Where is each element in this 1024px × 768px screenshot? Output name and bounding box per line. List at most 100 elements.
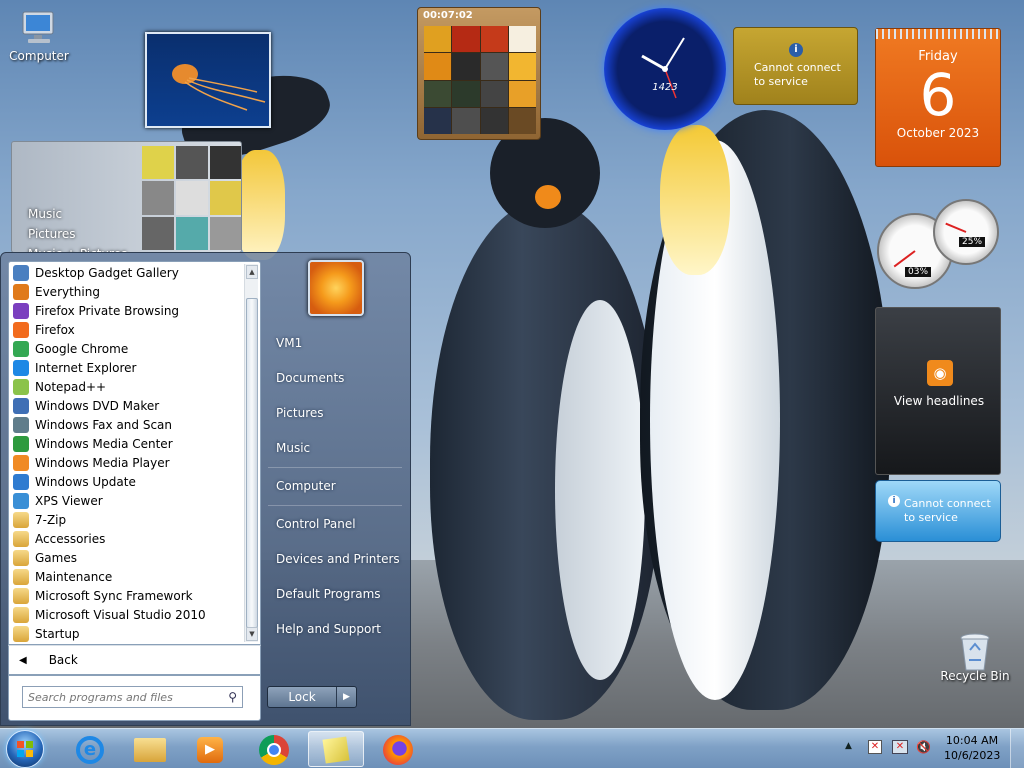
program-item[interactable]: Microsoft Visual Studio 2010 [9, 605, 260, 624]
taskbar-google-chrome[interactable] [246, 731, 302, 767]
program-label: Notepad++ [35, 379, 107, 394]
info-icon: i [789, 43, 803, 57]
calendar-month-year: October 2023 [896, 126, 980, 140]
volume-muted-icon[interactable]: 🔇 [916, 740, 932, 754]
shutdown-options-arrow-icon[interactable]: ▶ [336, 687, 356, 707]
program-item[interactable]: Startup [9, 624, 260, 643]
clock-label: 1423 [652, 82, 678, 93]
program-label: Maintenance [35, 569, 113, 584]
start-right-item-default-programs[interactable]: Default Programs [276, 587, 381, 601]
back-arrow-icon: ◀ [19, 654, 27, 666]
menu-separator [268, 505, 402, 506]
program-item[interactable]: Internet Explorer [9, 358, 260, 377]
start-right-item-pictures[interactable]: Pictures [276, 406, 324, 420]
picture-puzzle-gadget[interactable]: 00:07:02 [417, 7, 541, 140]
media-player-icon [13, 454, 29, 471]
taskbar-firefox[interactable] [370, 731, 426, 767]
start-right-item-devices-and-printers[interactable]: Devices and Printers [276, 552, 400, 566]
ie-icon [13, 359, 29, 376]
program-item[interactable]: Windows Update [9, 472, 260, 491]
puzzle-grid [424, 26, 536, 134]
media-item-pictures[interactable]: Pictures [28, 224, 127, 244]
network-icon[interactable]: ✕ [892, 740, 908, 754]
program-label: Windows Update [35, 474, 136, 489]
show-hidden-icons[interactable]: ▲ [845, 741, 852, 751]
currency-gadget[interactable]: i Cannot connect to service [733, 27, 858, 105]
media-item-music[interactable]: Music [28, 204, 127, 224]
weather-message: Cannot connect to service [904, 497, 991, 524]
program-item[interactable]: 7-Zip [9, 510, 260, 529]
program-item[interactable]: Windows Media Center [9, 434, 260, 453]
start-right-item-control-panel[interactable]: Control Panel [276, 517, 356, 531]
feed-headlines-gadget[interactable]: ◉ View headlines [875, 307, 1001, 475]
program-label: XPS Viewer [35, 493, 103, 508]
taskbar-media-player[interactable]: ▶ [182, 731, 238, 767]
chrome-icon [259, 735, 289, 765]
program-item[interactable]: Accessories [9, 529, 260, 548]
action-center-icon[interactable]: ✕ [868, 740, 882, 754]
start-right-item-documents[interactable]: Documents [276, 371, 344, 385]
media-center-icon [13, 435, 29, 452]
program-label: Everything [35, 284, 100, 299]
program-item[interactable]: Maintenance [9, 567, 260, 586]
program-label: Windows Media Player [35, 455, 170, 470]
program-label: Startup [35, 626, 80, 641]
folder-icon [13, 587, 29, 604]
program-item[interactable]: Notepad++ [9, 377, 260, 396]
program-item[interactable]: Desktop Gadget Gallery [9, 263, 260, 282]
start-right-item-vm1[interactable]: VM1 [276, 336, 302, 350]
taskbar-clock[interactable]: 10:04 AM 10/6/2023 [944, 733, 1000, 763]
program-item[interactable]: Firefox Private Browsing [9, 301, 260, 320]
program-label: Games [35, 550, 77, 565]
back-button[interactable]: ◀ Back [8, 645, 261, 675]
start-right-item-music[interactable]: Music [276, 441, 310, 455]
show-desktop-button[interactable] [1010, 729, 1024, 768]
lock-button[interactable]: Lock ▶ [267, 686, 357, 708]
program-item[interactable]: Microsoft Sync Framework [9, 586, 260, 605]
meter-needles [893, 222, 967, 268]
windows-logo-icon [17, 741, 33, 757]
search-placeholder: Search programs and files [28, 690, 173, 704]
program-label: Google Chrome [35, 341, 129, 356]
view-headlines-link[interactable]: View headlines [876, 394, 1002, 408]
start-right-item-help-and-support[interactable]: Help and Support [276, 622, 381, 636]
scrollbar-thumb[interactable] [246, 298, 258, 628]
scroll-down-arrow[interactable]: ▼ [246, 627, 258, 641]
program-item[interactable]: Everything [9, 282, 260, 301]
menu-separator [268, 467, 402, 468]
calendar-gadget[interactable]: Friday 6 October 2023 [875, 28, 1001, 167]
program-label: Microsoft Visual Studio 2010 [35, 607, 206, 622]
start-button[interactable] [6, 730, 44, 768]
scroll-up-arrow[interactable]: ▲ [246, 265, 258, 279]
desktop-icon-computer[interactable]: Computer [3, 10, 75, 63]
program-item[interactable]: Windows Media Player [9, 453, 260, 472]
taskbar-windows-explorer[interactable] [122, 731, 178, 767]
program-item[interactable]: Windows Fax and Scan [9, 415, 260, 434]
start-right-item-computer[interactable]: Computer [276, 479, 336, 493]
taskbar-sticky-notes[interactable] [308, 731, 364, 767]
program-item[interactable]: Windows DVD Maker [9, 396, 260, 415]
media-center-gadget[interactable]: Music Pictures Music + Pictures [11, 141, 242, 253]
program-list-scrollbar[interactable]: ▲ ▼ [244, 264, 258, 642]
weather-gadget[interactable]: i Cannot connect to service [875, 480, 1001, 542]
program-item[interactable]: Games [9, 548, 260, 567]
taskbar-internet-explorer[interactable]: e [62, 731, 118, 767]
program-item[interactable]: Google Chrome [9, 339, 260, 358]
desktop-icon-recycle-bin[interactable]: Recycle Bin [939, 630, 1011, 683]
program-label: Windows Media Center [35, 436, 173, 451]
recycle-bin-icon [955, 630, 995, 671]
program-item[interactable]: XPS Viewer [9, 491, 260, 510]
folder-icon [13, 511, 29, 528]
firefox-icon [13, 321, 29, 338]
firefox-private-icon [13, 302, 29, 319]
user-picture[interactable] [308, 260, 364, 316]
search-input[interactable]: Search programs and files ⚲ [22, 686, 243, 708]
memory-needle [945, 222, 967, 233]
program-label: 7-Zip [35, 512, 67, 527]
clock-date: 10/6/2023 [944, 749, 1001, 762]
program-label: Desktop Gadget Gallery [35, 265, 179, 280]
slideshow-gadget[interactable] [145, 32, 271, 128]
folder-icon [13, 568, 29, 585]
folder-icon [13, 549, 29, 566]
program-item[interactable]: Firefox [9, 320, 260, 339]
